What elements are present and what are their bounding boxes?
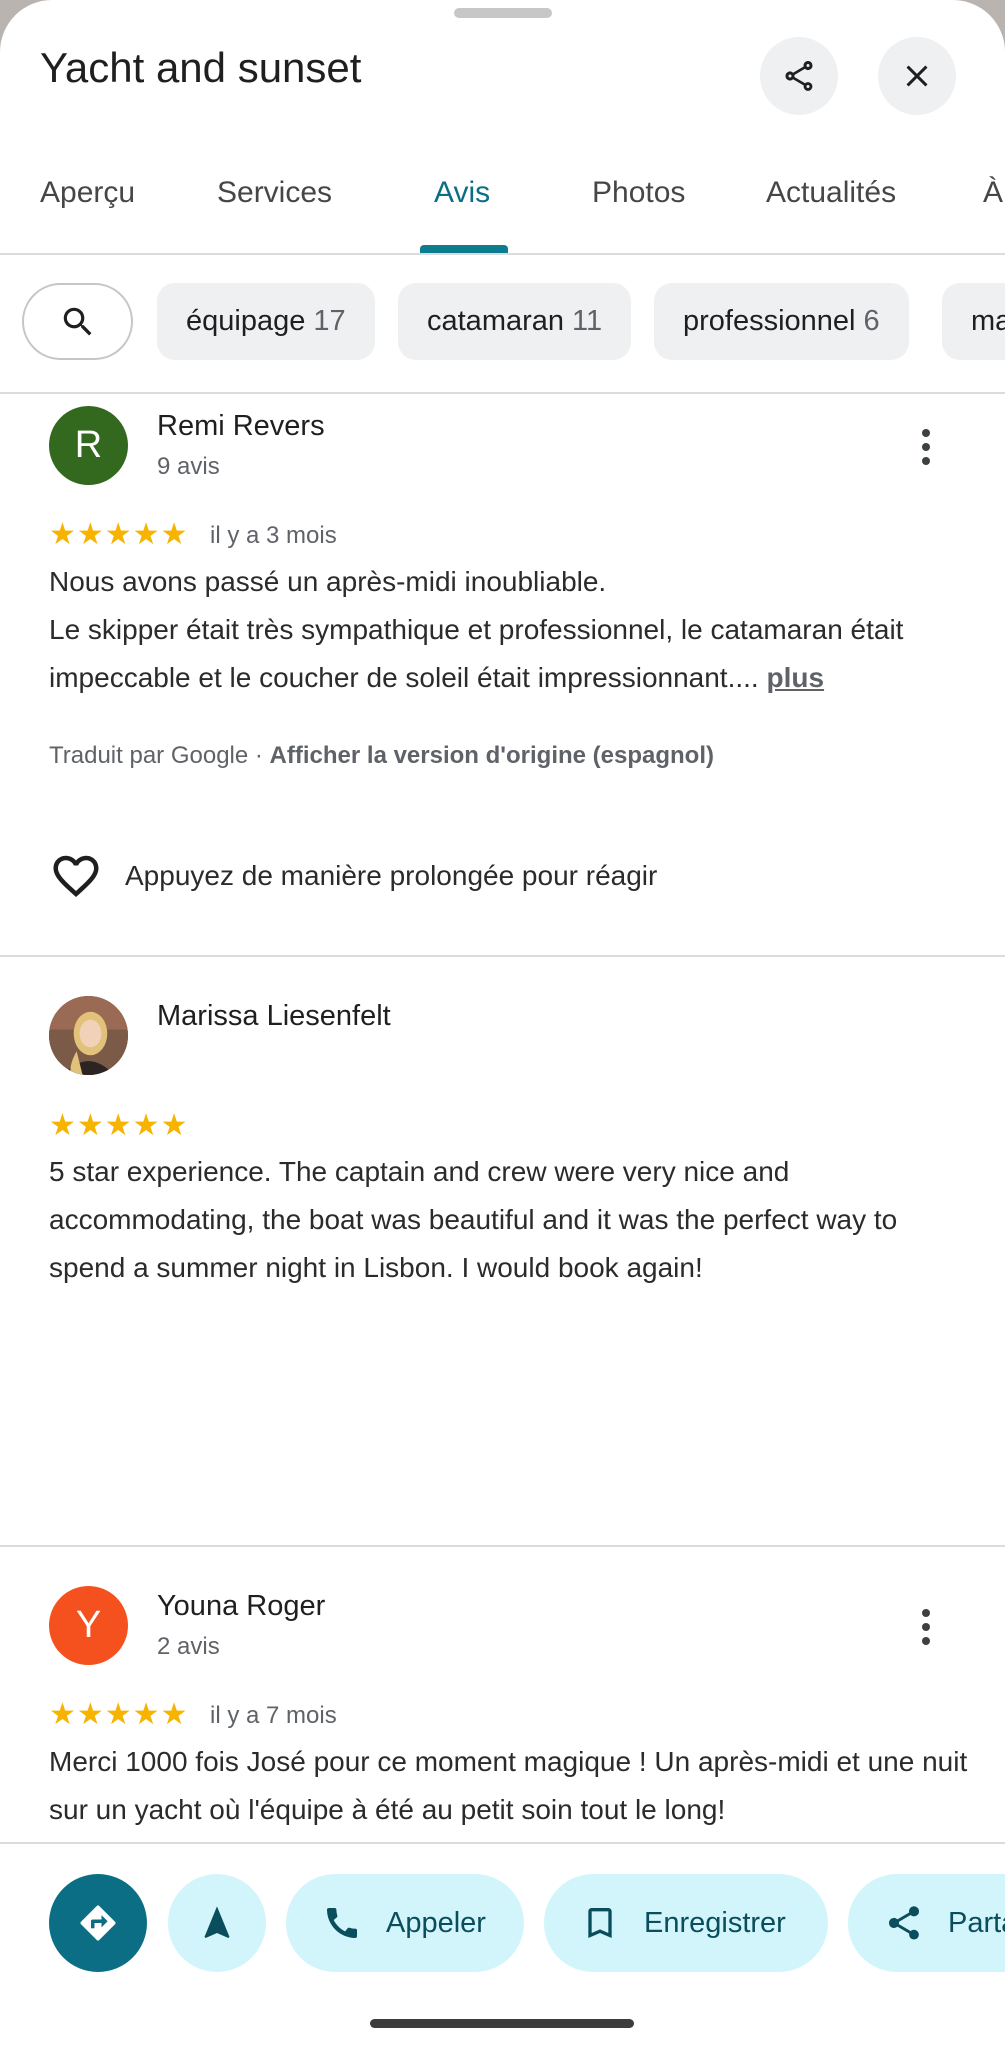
filter-chip-equipage[interactable]: équipage 17	[157, 283, 375, 360]
reviewer-name[interactable]: Youna Roger	[157, 1590, 325, 1623]
more-vert-icon	[922, 1609, 930, 1617]
tab-services[interactable]: Services	[217, 176, 332, 210]
star-rating: ★★★★★	[49, 1698, 189, 1731]
call-label: Appeler	[386, 1906, 486, 1939]
phone-icon	[327, 1908, 357, 1938]
tab-photos[interactable]: Photos	[592, 176, 685, 210]
tab-a-propos[interactable]: À	[983, 176, 1003, 210]
avatar-photo[interactable]	[49, 996, 128, 1075]
chip-label: catamaran	[427, 305, 565, 337]
tab-bar: Aperçu Services Avis Photos Actualités À	[0, 150, 1005, 254]
filter-chip-catamaran[interactable]: catamaran 11	[398, 283, 632, 360]
reviewer-review-count: 9 avis	[157, 453, 220, 480]
star-rating: ★★★★★	[49, 1109, 189, 1142]
review-text: Nous avons passé un après-midi inoubliab…	[49, 558, 969, 702]
save-button[interactable]: Enregistrer	[544, 1874, 828, 1972]
show-original-link[interactable]: Afficher la version d'origine (espagnol)	[270, 742, 714, 769]
reviewer-review-count: 2 avis	[157, 1633, 220, 1660]
avatar-letter: Y	[75, 1604, 102, 1646]
page-title: Yacht and sunset	[40, 44, 362, 91]
more-options-button[interactable]	[906, 417, 946, 477]
share-action-button[interactable]: Parta	[848, 1874, 1005, 1972]
translated-by: Traduit par Google ·	[49, 742, 270, 769]
directions-icon	[80, 1905, 116, 1941]
filter-chip-partial[interactable]: ma	[942, 283, 1005, 360]
tab-apercu[interactable]: Aperçu	[40, 176, 135, 210]
reviewer-name[interactable]: Marissa Liesenfelt	[157, 1000, 391, 1033]
chip-label: ma	[971, 305, 1005, 337]
action-bar: Appeler Enregistrer Parta	[0, 1842, 1005, 2048]
review-date: il y a 7 mois	[210, 1702, 337, 1729]
avatar[interactable]: R	[49, 406, 128, 485]
tab-actualites[interactable]: Actualités	[766, 176, 896, 210]
heart-icon	[53, 855, 99, 898]
share-icon	[785, 60, 813, 91]
start-navigation-button[interactable]	[168, 1874, 266, 1972]
react-label: Appuyez de manière prolongée pour réagir	[125, 860, 658, 891]
avatar[interactable]: Y	[49, 1586, 128, 1665]
close-button[interactable]	[878, 37, 956, 115]
home-indicator[interactable]	[370, 2019, 634, 2028]
share-button[interactable]	[760, 37, 838, 115]
share-icon	[888, 1906, 920, 1940]
profile-photo-icon	[49, 996, 128, 1075]
save-label: Enregistrer	[644, 1906, 786, 1939]
review-divider	[0, 955, 1005, 957]
navigation-arrow-icon	[204, 1906, 230, 1938]
chip-count: 6	[863, 305, 880, 337]
review-date: il y a 3 mois	[210, 522, 337, 549]
star-rating: ★★★★★	[49, 518, 189, 551]
review-text: 5 star experience. The captain and crew …	[49, 1156, 898, 1283]
review-text: Merci 1000 fois José pour ce moment magi…	[49, 1746, 968, 1825]
call-button[interactable]: Appeler	[286, 1874, 524, 1972]
chip-count: 17	[313, 305, 346, 337]
tabs-divider	[0, 253, 1005, 255]
chip-label: professionnel	[683, 305, 856, 337]
drag-handle[interactable]	[454, 8, 552, 18]
bookmark-icon	[588, 1908, 612, 1938]
more-vert-icon	[922, 429, 930, 437]
filters-divider	[0, 392, 1005, 394]
more-options-button[interactable]	[906, 1597, 946, 1657]
share-label: Parta	[948, 1906, 1005, 1939]
chip-label: équipage	[186, 305, 306, 337]
active-tab-indicator	[420, 245, 508, 253]
more-link[interactable]: plus	[767, 662, 825, 693]
translation-note: Traduit par Google · Afficher la version…	[49, 742, 714, 770]
review-divider	[0, 1545, 1005, 1547]
search-icon	[63, 307, 91, 335]
chip-count: 11	[572, 305, 603, 337]
filter-chip-professionnel[interactable]: professionnel 6	[654, 283, 909, 360]
close-icon	[906, 65, 928, 87]
directions-button[interactable]	[49, 1874, 147, 1972]
react-button[interactable]: Appuyez de manière prolongée pour réagir	[49, 848, 657, 904]
reviewer-name[interactable]: Remi Revers	[157, 410, 325, 443]
tab-avis[interactable]: Avis	[434, 176, 490, 210]
place-sheet: Yacht and sunset Aperçu Services Avis Ph…	[0, 0, 1005, 2048]
search-reviews-button[interactable]	[22, 283, 133, 360]
avatar-letter: R	[74, 424, 103, 466]
